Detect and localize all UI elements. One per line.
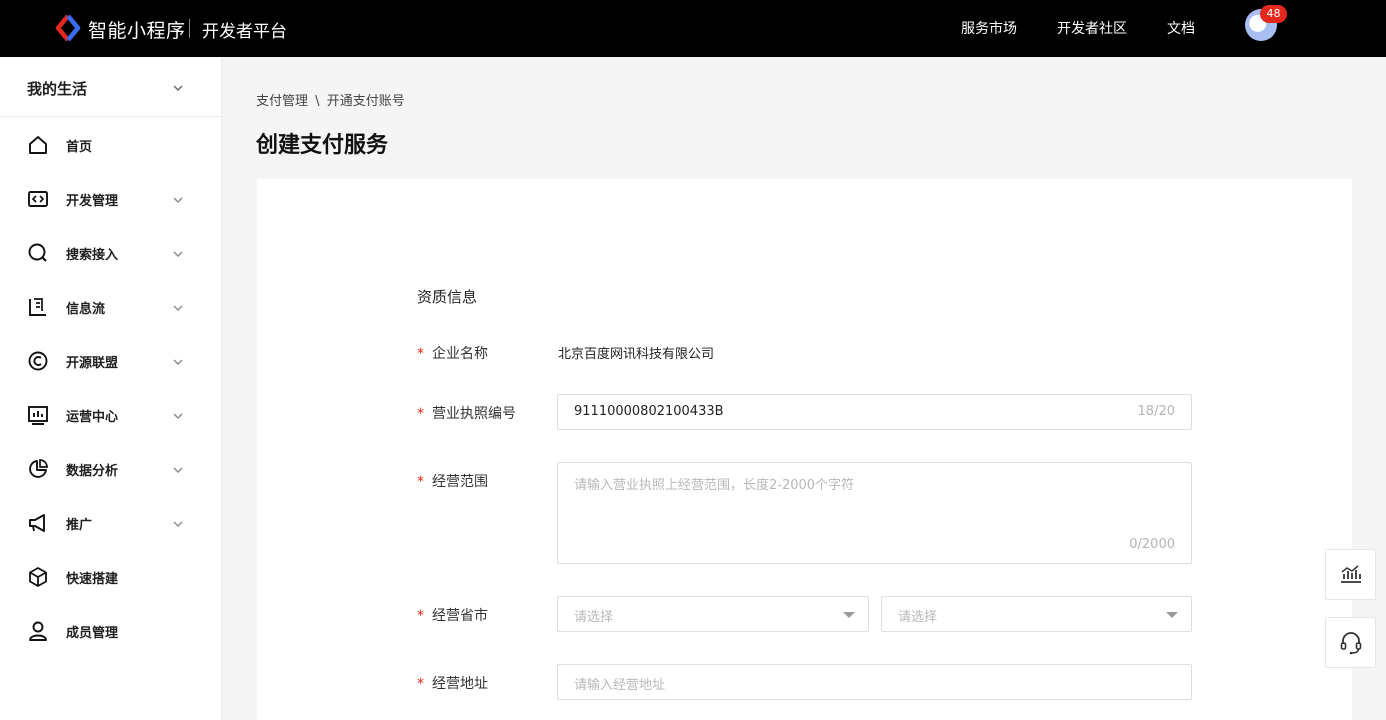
region-label: * 经营省市	[417, 608, 488, 624]
license-number-input[interactable]: 91110000802100433B 18/20	[557, 394, 1192, 430]
required-mark: *	[417, 676, 424, 692]
province-select[interactable]: 请选择	[557, 596, 869, 632]
sidebar-item-label: 快速搭建	[66, 572, 119, 587]
license-number-value: 91110000802100433B	[574, 404, 724, 419]
sidebar-item-label: 数据分析	[66, 464, 119, 479]
breadcrumb-current: 开通支付账号	[326, 94, 405, 109]
sidebar-item-feed[interactable]: 信息流	[0, 287, 221, 327]
sidebar-item-data-analysis[interactable]: 数据分析	[0, 449, 221, 489]
sidebar-item-home[interactable]: 首页	[0, 125, 221, 165]
user-icon	[29, 621, 47, 641]
address-input[interactable]: 请输入经营地址	[557, 664, 1192, 700]
page-title: 创建支付服务	[256, 133, 389, 158]
code-icon	[28, 191, 48, 207]
license-number-counter: 18/20	[1137, 404, 1175, 419]
address-placeholder: 请输入经营地址	[574, 678, 666, 693]
data-chart-button[interactable]	[1325, 549, 1376, 600]
required-mark: *	[417, 406, 424, 422]
caret-down-icon	[1166, 612, 1178, 618]
nav-link-developer-community[interactable]: 开发者社区	[1057, 18, 1127, 38]
address-label: * 经营地址	[417, 676, 488, 692]
chevron-down-icon	[173, 305, 183, 311]
chevron-down-icon	[173, 251, 183, 257]
form-card	[257, 179, 1352, 720]
business-scope-counter: 0/2000	[1129, 537, 1175, 552]
sidebar-item-quick-build[interactable]: 快速搭建	[0, 557, 221, 597]
breadcrumb-parent[interactable]: 支付管理	[256, 94, 308, 109]
breadcrumb: 支付管理 \ 开通支付账号	[256, 90, 405, 109]
license-number-label: * 营业执照编号	[417, 406, 516, 422]
chart-icon	[1341, 565, 1361, 583]
pie-chart-icon	[29, 459, 48, 478]
required-mark: *	[417, 474, 424, 490]
headset-icon	[1340, 632, 1362, 655]
cube-icon	[29, 567, 47, 587]
nav-link-docs[interactable]: 文档	[1167, 18, 1195, 38]
sidebar-item-members[interactable]: 成员管理	[0, 611, 221, 651]
app-name: 我的生活	[27, 80, 88, 98]
megaphone-icon	[29, 514, 45, 532]
sidebar: 我的生活 首页 开发管理 搜索接入 信息流 开源联盟 运营中心 数据分析 推广 …	[0, 57, 222, 720]
chevron-down-icon	[173, 413, 183, 419]
chevron-down-icon	[173, 197, 183, 203]
sidebar-item-label: 运营中心	[66, 410, 119, 425]
sidebar-item-open-source[interactable]: 开源联盟	[0, 341, 221, 381]
sidebar-item-label: 搜索接入	[66, 248, 119, 263]
customer-service-button[interactable]	[1325, 617, 1376, 668]
sidebar-item-label: 开发管理	[66, 194, 119, 209]
sidebar-item-promotion[interactable]: 推广	[0, 503, 221, 543]
business-scope-textarea[interactable]: 请输入营业执照上经营范围，长度2-2000个字符 0/2000	[557, 462, 1192, 564]
top-bar: 智能小程序 开发者平台 服务市场 开发者社区 文档 48	[0, 0, 1386, 57]
chevron-down-icon	[173, 85, 183, 91]
sidebar-item-label: 推广	[66, 518, 93, 533]
search-icon	[28, 243, 47, 262]
business-scope-label: * 经营范围	[417, 474, 488, 490]
operation-icon	[28, 406, 48, 425]
brand-name: 智能小程序	[88, 20, 186, 42]
sidebar-item-label: 首页	[66, 140, 93, 155]
chevron-down-icon	[173, 467, 183, 473]
chevron-down-icon	[173, 359, 183, 365]
company-name-label: * 企业名称	[417, 346, 488, 362]
sidebar-item-label: 开源联盟	[66, 356, 119, 371]
open-source-icon	[28, 351, 48, 371]
sidebar-item-label: 信息流	[66, 302, 106, 317]
province-placeholder: 请选择	[574, 610, 614, 625]
app-selector[interactable]: 我的生活	[0, 57, 221, 117]
chevron-down-icon	[173, 521, 183, 527]
company-name-value: 北京百度网讯科技有限公司	[558, 347, 715, 362]
brand-divider	[189, 19, 190, 38]
sidebar-item-search-access[interactable]: 搜索接入	[0, 233, 221, 273]
city-select[interactable]: 请选择	[881, 596, 1192, 632]
sidebar-item-operation-center[interactable]: 运营中心	[0, 395, 221, 435]
section-title: 资质信息	[417, 288, 478, 306]
required-mark: *	[417, 346, 424, 362]
home-icon	[29, 136, 47, 154]
required-mark: *	[417, 608, 424, 624]
city-placeholder: 请选择	[898, 610, 938, 625]
brand-subtitle: 开发者平台	[202, 22, 287, 42]
notification-badge: 48	[1260, 5, 1287, 23]
nav-link-service-market[interactable]: 服务市场	[961, 18, 1017, 38]
sidebar-item-dev-management[interactable]: 开发管理	[0, 179, 221, 219]
sidebar-item-label: 成员管理	[66, 626, 119, 641]
business-scope-placeholder: 请输入营业执照上经营范围，长度2-2000个字符	[574, 478, 855, 493]
logo-icon	[55, 15, 81, 41]
caret-down-icon	[843, 612, 855, 618]
feed-icon	[29, 298, 46, 316]
breadcrumb-separator: \	[315, 94, 320, 109]
